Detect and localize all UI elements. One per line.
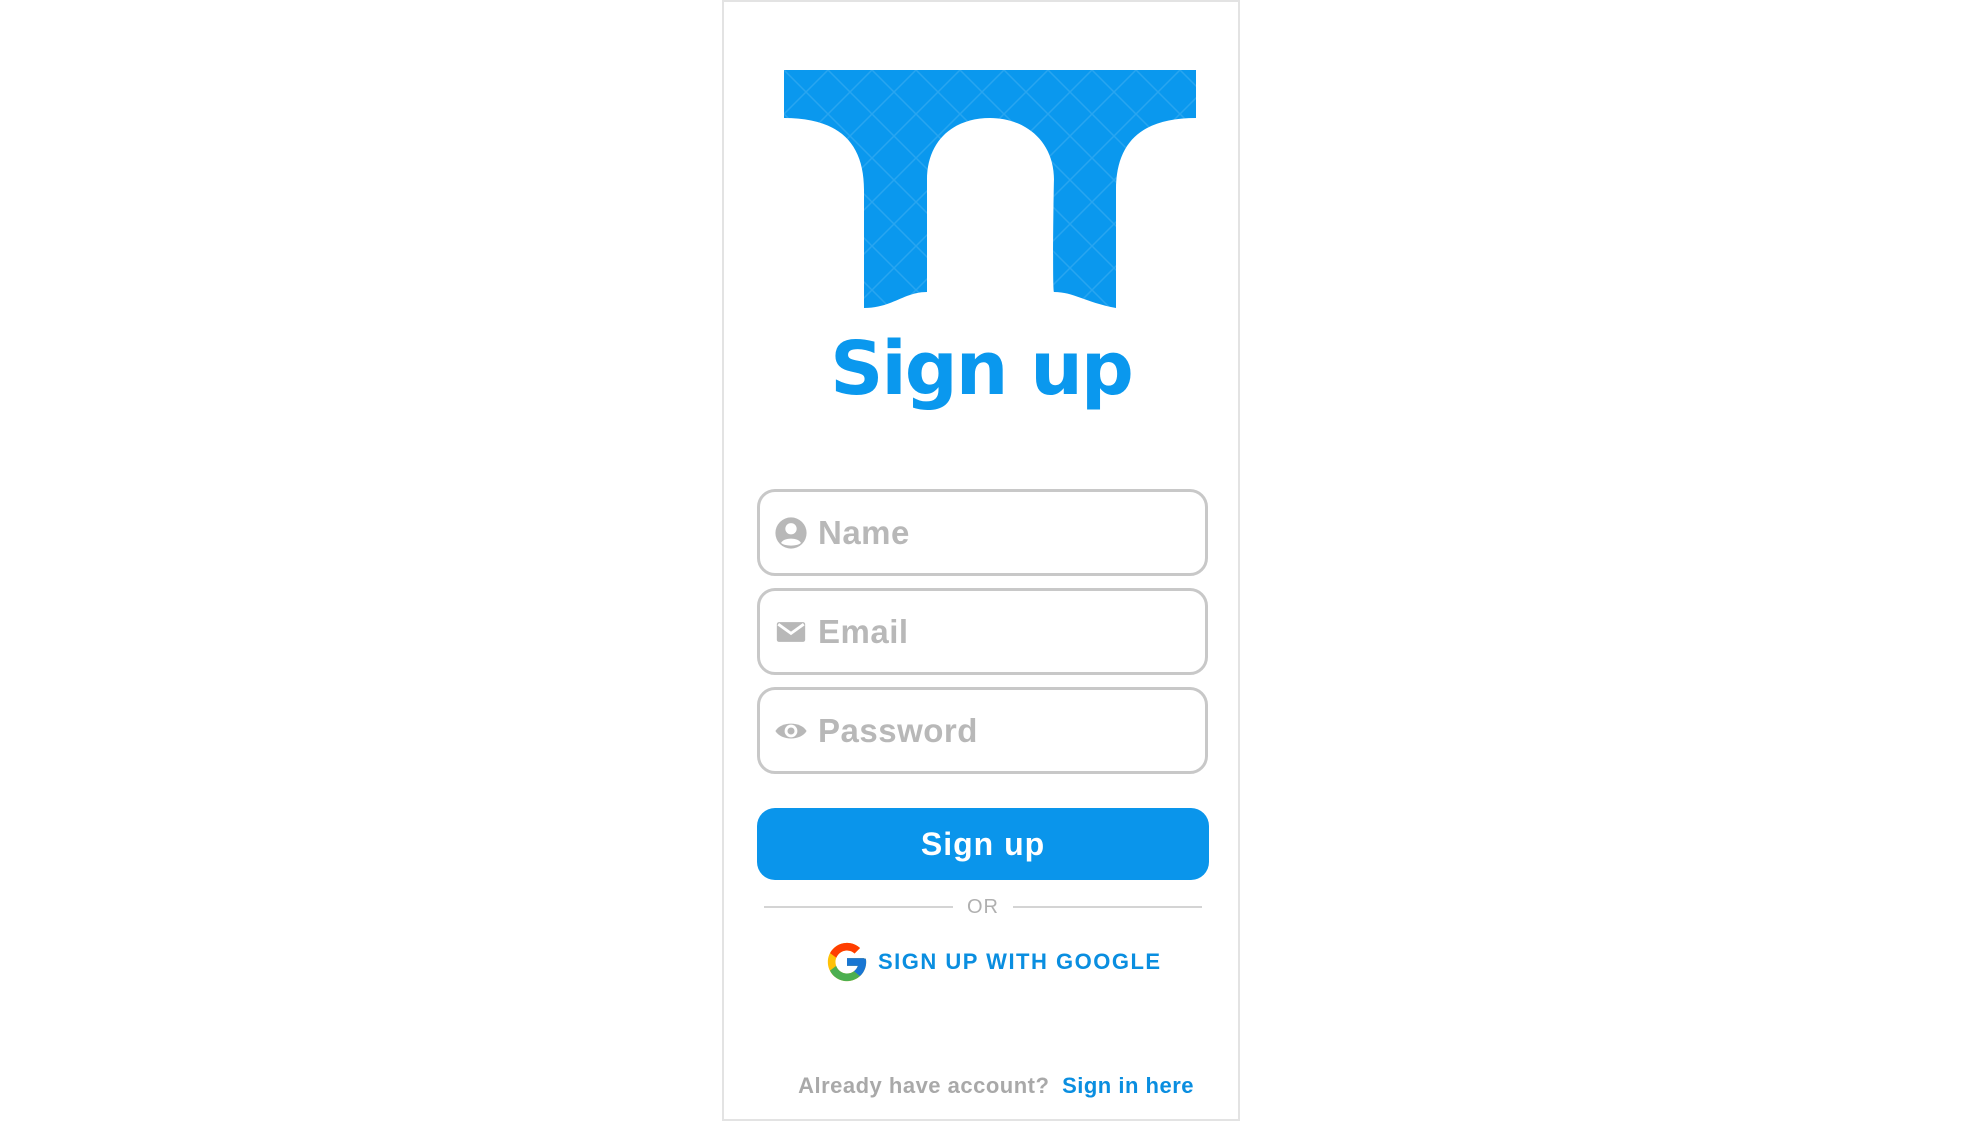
password-field[interactable]	[757, 687, 1208, 774]
mail-icon	[774, 615, 808, 649]
name-field[interactable]	[757, 489, 1208, 576]
signin-link[interactable]: Sign in here	[1062, 1073, 1194, 1098]
divider-line-right	[1013, 906, 1202, 908]
password-input[interactable]	[816, 710, 1180, 751]
signin-prompt-text: Already have account?	[798, 1073, 1050, 1098]
google-signup-label: SIGN UP WITH GOOGLE	[878, 949, 1162, 974]
signup-screen: Sign up Sign up OR SI	[722, 0, 1240, 1121]
email-input[interactable]	[816, 611, 1180, 652]
email-field[interactable]	[757, 588, 1208, 675]
app-logo	[784, 70, 1196, 310]
signin-prompt: Already have account? Sign in here	[798, 1073, 1194, 1099]
google-signup-button[interactable]: SIGN UP WITH GOOGLE	[824, 937, 1162, 987]
name-input[interactable]	[816, 512, 1180, 553]
eye-icon[interactable]	[774, 714, 808, 748]
signup-button[interactable]: Sign up	[757, 808, 1209, 880]
or-divider: OR	[764, 892, 1202, 922]
google-g-icon	[824, 939, 870, 985]
account-circle-icon	[774, 516, 808, 550]
or-label: OR	[967, 895, 999, 918]
bridge-arch-logo-icon	[784, 70, 1196, 308]
divider-line-left	[764, 906, 953, 908]
page-title: Sign up	[830, 326, 1134, 412]
